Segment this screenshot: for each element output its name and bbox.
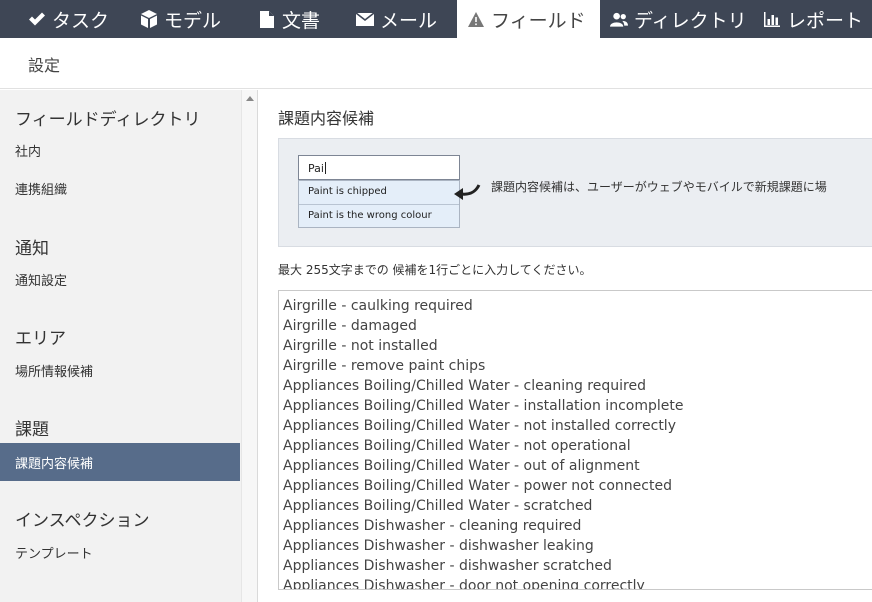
- textarea-lines: Airgrille - caulking required Airgrille -…: [279, 296, 684, 590]
- sidebar-item-issue-candidates[interactable]: 課題内容候補: [0, 443, 240, 481]
- textarea-line: Airgrille - not installed: [283, 338, 438, 354]
- demo-suggestion: Paint is chipped: [299, 181, 459, 204]
- input-hint: 最大 255文字までの 候補を1行ごとに入力してください。: [278, 263, 592, 277]
- tab-reports-label: レポート: [787, 9, 864, 32]
- textarea-line: Appliances Boiling/Chilled Water - not i…: [283, 418, 676, 434]
- textarea-line: Airgrille - damaged: [283, 318, 417, 334]
- textarea-line: Airgrille - remove paint chips: [283, 358, 486, 374]
- textarea-line: Appliances Boiling/Chilled Water - out o…: [283, 458, 640, 474]
- demo-suggestion: Paint is the wrong colour: [299, 204, 459, 227]
- page-title: 課題内容候補: [278, 109, 375, 128]
- check-icon: [28, 10, 46, 28]
- textarea-line: Airgrille - caulking required: [283, 298, 473, 314]
- tab-field[interactable]: フィールド: [457, 0, 600, 38]
- candidates-textarea[interactable]: Airgrille - caulking required Airgrille -…: [278, 290, 872, 590]
- envelope-icon: [356, 10, 374, 28]
- scroll-up-arrow-icon[interactable]: [246, 96, 254, 101]
- tab-reports[interactable]: レポート: [753, 0, 872, 38]
- tab-documents-label: 文書: [282, 9, 321, 32]
- cube-icon: [140, 10, 158, 28]
- sidebar-heading-areas: エリア: [15, 329, 66, 349]
- info-box: Pai Paint is chipped Paint is the wrong …: [278, 138, 872, 247]
- tab-tasks-label: タスク: [52, 9, 110, 32]
- tab-mail[interactable]: メール: [346, 0, 457, 38]
- textarea-line: Appliances Dishwasher - dishwasher scrat…: [283, 558, 612, 574]
- users-icon: [610, 10, 628, 28]
- sidebar-heading-notifications: 通知: [15, 239, 49, 259]
- sidebar: フィールドディレクトリ 社内 連携組織 通知 通知設定 エリア 場所情報候補 課…: [0, 90, 258, 602]
- settings-title: 設定: [28, 56, 61, 75]
- tab-tasks[interactable]: タスク: [0, 0, 130, 38]
- sidebar-item-partners[interactable]: 連携組織: [15, 179, 67, 198]
- tab-documents[interactable]: 文書: [248, 0, 346, 38]
- tab-models[interactable]: モデル: [130, 0, 248, 38]
- sidebar-item-issue-candidates-label: 課題内容候補: [15, 457, 94, 472]
- textarea-line: Appliances Dishwasher - cleaning require…: [283, 518, 582, 534]
- sidebar-scrollbar[interactable]: [241, 90, 257, 602]
- top-nav: タスク モデル 文書 メール フィールド ディレクトリ レポート: [0, 0, 872, 38]
- sidebar-item-internal[interactable]: 社内: [15, 141, 41, 160]
- textarea-line: Appliances Boiling/Chilled Water - clean…: [283, 378, 646, 394]
- curved-arrow-icon: [454, 184, 481, 200]
- settings-header: 設定: [0, 38, 872, 89]
- tab-models-label: モデル: [164, 9, 222, 32]
- sidebar-heading-issues: 課題: [15, 420, 49, 440]
- tab-directory[interactable]: ディレクトリ: [600, 0, 753, 38]
- info-description: 課題内容候補は、ユーザーがウェブやモバイルで新規課題に場: [491, 180, 827, 194]
- text-caret: [324, 162, 326, 174]
- tab-mail-label: メール: [380, 9, 438, 32]
- textarea-line: Appliances Boiling/Chilled Water - scrat…: [283, 498, 593, 514]
- textarea-line: Appliances Boiling/Chilled Water - power…: [283, 478, 672, 494]
- textarea-line: Appliances Boiling/Chilled Water - insta…: [283, 398, 684, 414]
- demo-input-value: Pai: [308, 162, 324, 175]
- sidebar-heading-inspection: インスペクション: [15, 511, 150, 531]
- tab-directory-label: ディレクトリ: [634, 9, 747, 32]
- demo-suggestion-list: Paint is chipped Paint is the wrong colo…: [298, 180, 460, 228]
- main-content: 課題内容候補 Pai Paint is chipped Paint is the…: [259, 90, 872, 602]
- warning-icon: [467, 10, 485, 28]
- textarea-line: Appliances Dishwasher - door not opening…: [283, 578, 645, 590]
- tab-field-label: フィールド: [491, 9, 586, 32]
- bar-chart-icon: [763, 10, 781, 28]
- textarea-line: Appliances Boiling/Chilled Water - not o…: [283, 438, 631, 454]
- sidebar-item-templates[interactable]: テンプレート: [15, 543, 93, 562]
- file-icon: [258, 10, 276, 28]
- textarea-line: Appliances Dishwasher - dishwasher leaki…: [283, 538, 594, 554]
- sidebar-item-notification-settings[interactable]: 通知設定: [15, 270, 67, 289]
- sidebar-heading-field-directory: フィールドディレクトリ: [15, 110, 201, 130]
- demo-input: Pai: [298, 155, 460, 180]
- sidebar-item-location-candidates[interactable]: 場所情報候補: [15, 361, 93, 380]
